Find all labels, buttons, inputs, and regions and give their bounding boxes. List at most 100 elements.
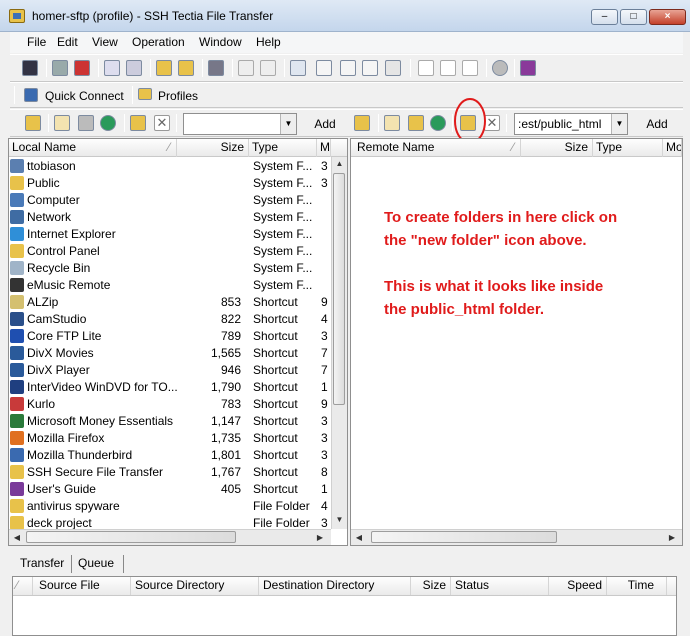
remote-delete-icon[interactable]: ✕ xyxy=(484,115,500,131)
chevron-down-icon[interactable]: ▼ xyxy=(611,114,627,134)
list-item[interactable]: Public System F... 3 xyxy=(9,175,331,192)
col-type[interactable]: Type xyxy=(249,139,317,157)
local-vscroll[interactable]: ▲ ▼ xyxy=(331,157,347,529)
list-item[interactable]: Kurlo 783 Shortcut 9 xyxy=(9,396,331,413)
maximize-button[interactable]: □ xyxy=(620,9,647,25)
download-folder-icon[interactable] xyxy=(178,60,194,76)
list-item[interactable]: Internet Explorer System F... xyxy=(9,226,331,243)
local-hscroll-thumb[interactable] xyxy=(26,531,236,543)
local-new-folder-icon[interactable] xyxy=(130,115,146,131)
col-remote-type[interactable]: Type xyxy=(593,139,663,157)
menu-file[interactable]: File xyxy=(27,35,46,49)
binary-mode-icon[interactable] xyxy=(440,60,456,76)
col-size[interactable]: Size xyxy=(177,139,249,157)
quick-connect-button[interactable]: Quick Connect xyxy=(24,86,132,110)
remote-folder-up-icon[interactable] xyxy=(354,115,370,131)
list-view-icon[interactable] xyxy=(340,60,356,76)
local-parent-icon[interactable] xyxy=(78,115,94,131)
list-item[interactable]: User's Guide 405 Shortcut 1 xyxy=(9,481,331,498)
paste-icon[interactable] xyxy=(126,60,142,76)
save-icon[interactable] xyxy=(22,60,38,76)
local-vscroll-thumb[interactable] xyxy=(333,173,345,405)
list-item[interactable]: Recycle Bin System F... xyxy=(9,260,331,277)
stop-icon[interactable] xyxy=(492,60,508,76)
list-item[interactable]: Mozilla Firefox 1,735 Shortcut 3 xyxy=(9,430,331,447)
list-item[interactable]: Mozilla Thunderbird 1,801 Shortcut 3 xyxy=(9,447,331,464)
list-item[interactable]: eMusic Remote System F... xyxy=(9,277,331,294)
scroll-left-icon[interactable]: ◀ xyxy=(354,533,364,542)
local-home-icon[interactable] xyxy=(54,115,70,131)
local-hscroll[interactable]: ◀ ▶ xyxy=(9,529,331,545)
remote-home-icon[interactable] xyxy=(384,115,400,131)
menu-window[interactable]: Window xyxy=(199,35,242,49)
menu-operation[interactable]: Operation xyxy=(132,35,185,49)
remote-new-folder-icon[interactable] xyxy=(460,115,476,131)
col-local-name[interactable]: Local Name ⁄ xyxy=(9,139,177,157)
remote-refresh-icon[interactable] xyxy=(430,115,446,131)
menu-edit[interactable]: Edit xyxy=(57,35,78,49)
col-remote-name[interactable]: Remote Name ⁄ xyxy=(351,139,521,157)
list-item[interactable]: DivX Player 946 Shortcut 7 xyxy=(9,362,331,379)
list-item[interactable]: Core FTP Lite 789 Shortcut 3 xyxy=(9,328,331,345)
col-transfer-size[interactable]: Size xyxy=(411,577,451,595)
list-item[interactable]: antivirus spyware File Folder 4 xyxy=(9,498,331,515)
list-item[interactable]: DivX Movies 1,565 Shortcut 7 xyxy=(9,345,331,362)
local-delete-icon[interactable]: ✕ xyxy=(154,115,170,131)
help-book-icon[interactable] xyxy=(520,60,536,76)
menu-help[interactable]: Help xyxy=(256,35,281,49)
remote-hscroll-thumb[interactable] xyxy=(371,531,557,543)
details-view-icon[interactable] xyxy=(385,60,401,76)
remote-hscroll[interactable]: ◀ ▶ xyxy=(351,529,682,545)
menu-view[interactable]: View xyxy=(92,35,118,49)
close-button[interactable]: × xyxy=(649,9,686,25)
col-speed[interactable]: Speed xyxy=(549,577,607,595)
small-icons-view-icon[interactable] xyxy=(316,60,332,76)
col-modified[interactable]: M xyxy=(317,139,331,157)
profiles-button[interactable]: Profiles xyxy=(138,86,204,110)
list-item[interactable]: CamStudio 822 Shortcut 4 xyxy=(9,311,331,328)
ascii-mode-icon[interactable] xyxy=(418,60,434,76)
copy-icon[interactable] xyxy=(104,60,120,76)
col-status[interactable]: Status xyxy=(451,577,549,595)
col-destination-directory[interactable]: Destination Directory xyxy=(259,577,411,595)
disconnect-icon[interactable] xyxy=(74,60,90,76)
scroll-right-icon[interactable]: ▶ xyxy=(667,533,677,542)
col-remote-size[interactable]: Size xyxy=(521,139,593,157)
settings-icon[interactable] xyxy=(208,60,224,76)
list-item[interactable]: SSH Secure File Transfer 1,767 Shortcut 8 xyxy=(9,464,331,481)
scroll-right-icon[interactable]: ▶ xyxy=(315,533,325,542)
upload-folder-icon[interactable] xyxy=(156,60,172,76)
col-transfer-sort[interactable]: ⁄ xyxy=(13,577,33,595)
tree-view-icon[interactable] xyxy=(362,60,378,76)
download-arrow-icon[interactable] xyxy=(238,60,254,76)
list-item[interactable]: Control Panel System F... xyxy=(9,243,331,260)
scroll-left-icon[interactable]: ◀ xyxy=(12,533,22,542)
print-icon[interactable] xyxy=(52,60,68,76)
local-folder-up-icon[interactable] xyxy=(25,115,41,131)
tab-transfer[interactable]: Transfer xyxy=(18,555,72,573)
col-time[interactable]: Time xyxy=(607,577,667,595)
remote-path-combo[interactable]: :est/public_html ▼ xyxy=(514,113,628,135)
minimize-button[interactable]: – xyxy=(591,9,618,25)
local-add-button[interactable]: Add xyxy=(308,113,342,135)
list-item[interactable]: ttobiason System F... 3 xyxy=(9,158,331,175)
local-path-combo[interactable]: ▼ xyxy=(183,113,297,135)
col-source-directory[interactable]: Source Directory xyxy=(131,577,259,595)
col-remote-modified[interactable]: Mo xyxy=(663,139,682,157)
upload-arrow-icon[interactable] xyxy=(260,60,276,76)
remote-parent-icon[interactable] xyxy=(408,115,424,131)
list-item[interactable]: ALZip 853 Shortcut 9 xyxy=(9,294,331,311)
large-icons-view-icon[interactable] xyxy=(290,60,306,76)
local-refresh-icon[interactable] xyxy=(100,115,116,131)
list-item[interactable]: Microsoft Money Essentials 1,147 Shortcut 3 xyxy=(9,413,331,430)
col-source-file[interactable]: Source File xyxy=(33,577,131,595)
list-item[interactable]: Network System F... xyxy=(9,209,331,226)
auto-mode-icon[interactable] xyxy=(462,60,478,76)
scroll-up-icon[interactable]: ▲ xyxy=(334,159,345,168)
list-item[interactable]: Computer System F... xyxy=(9,192,331,209)
remote-add-button[interactable]: Add xyxy=(640,113,674,135)
scroll-down-icon[interactable]: ▼ xyxy=(334,515,345,524)
list-item[interactable]: InterVideo WinDVD for TO... 1,790 Shortcut… xyxy=(9,379,331,396)
tab-queue[interactable]: Queue xyxy=(76,555,124,573)
chevron-down-icon[interactable]: ▼ xyxy=(280,114,296,134)
